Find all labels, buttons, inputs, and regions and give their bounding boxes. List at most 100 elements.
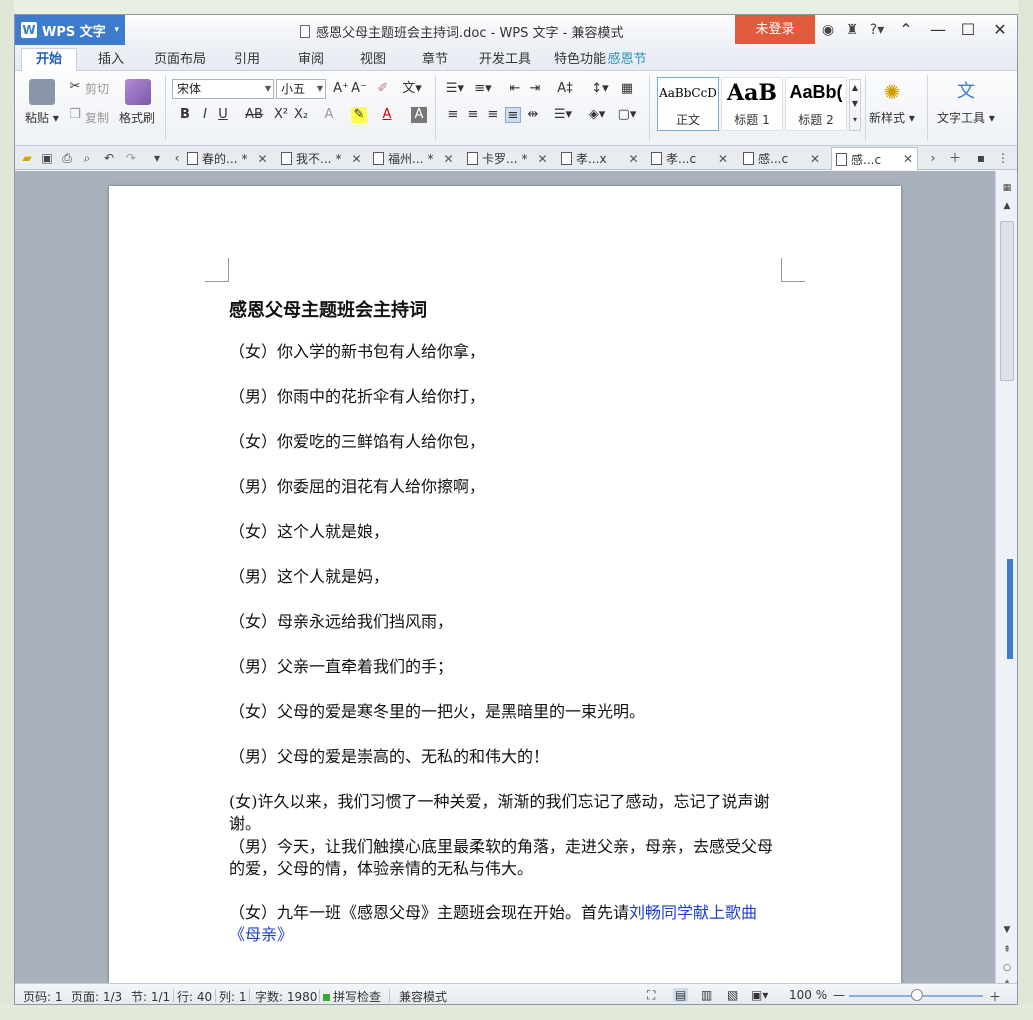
document-content[interactable]: 感恩父母主题班会主持词 （女）你入学的新书包有人给你拿， （男）你雨中的花折伞有… [229, 298, 784, 969]
strikethrough-icon[interactable]: AB [243, 107, 265, 123]
char-shading-icon[interactable]: A [411, 107, 427, 123]
thanksgiving-banner[interactable]: 感恩节 [605, 49, 649, 71]
copy-button[interactable]: 复制 [85, 109, 109, 126]
app-menu-button[interactable]: W WPS 文字 ▾ [15, 15, 125, 45]
shirt-icon[interactable]: ♜ [843, 21, 861, 39]
maximize-button[interactable]: ☐ [957, 19, 979, 41]
close-tab-icon[interactable]: ✕ [718, 152, 728, 166]
doc-tab[interactable]: 我不... * ✕ [281, 148, 362, 169]
format-painter-button[interactable]: 格式刷 [119, 109, 155, 126]
align-right-icon[interactable]: ≡ [485, 107, 501, 123]
style-normal[interactable]: AaBbCcD 正文 [657, 77, 719, 131]
doc-tab[interactable]: 春的... * ✕ [187, 148, 268, 169]
superscript-icon[interactable]: X² [273, 107, 289, 123]
skin-icon[interactable]: ◉ [819, 21, 837, 39]
tabs-scroll-left-icon[interactable]: ‹ [169, 150, 185, 166]
close-tab-icon[interactable]: ✕ [351, 152, 361, 166]
status-word-count[interactable]: 字数: 1980 [255, 988, 317, 1004]
highlight-icon[interactable]: ✎ [351, 107, 367, 123]
bullet-list-icon[interactable]: ☰▾ [443, 81, 467, 97]
zoom-in-icon[interactable]: ＋ [989, 988, 1001, 1004]
style-heading-2[interactable]: AaBb( 标题 2 [785, 77, 847, 131]
doc-tab[interactable]: 卡罗... * ✕ [467, 148, 548, 169]
spell-check-button[interactable]: 拼写检查 [323, 988, 381, 1004]
undo-icon[interactable]: ↶ [101, 150, 117, 166]
tabs-scroll-right-icon[interactable]: › [925, 150, 941, 166]
close-tab-icon[interactable]: ✕ [810, 152, 820, 166]
tab-home[interactable]: 开始 [21, 48, 77, 72]
text-tools-button[interactable]: 文字工具 ▾ [937, 109, 995, 126]
outline-view-icon[interactable]: ▥ [701, 988, 712, 1002]
format-painter-icon[interactable] [125, 79, 151, 105]
tab-references[interactable]: 引用 [227, 49, 267, 71]
tab-insert[interactable]: 插入 [91, 49, 131, 71]
paste-button[interactable]: 粘贴 ▾ [25, 109, 59, 126]
close-tab-icon[interactable]: ✕ [537, 152, 547, 166]
tab-page-layout[interactable]: 页面布局 [147, 49, 213, 71]
doc-tab[interactable]: 福州... * ✕ [373, 148, 454, 169]
doc-tab[interactable]: 孝...c ✕ [651, 148, 728, 169]
align-center-icon[interactable]: ≡ [465, 107, 481, 123]
close-tab-icon[interactable]: ✕ [443, 152, 453, 166]
web-view-icon[interactable]: ▧ [727, 988, 738, 1002]
style-heading-1[interactable]: AaB 标题 1 [721, 77, 783, 131]
text-tools-icon[interactable]: 文 [953, 79, 979, 105]
tab-list-icon[interactable]: ▪ [973, 150, 989, 166]
login-button[interactable]: 未登录 [735, 15, 815, 44]
text-effect-icon[interactable]: A [321, 107, 337, 123]
subscript-icon[interactable]: X₂ [293, 107, 309, 123]
tab-developer[interactable]: 开发工具 [473, 49, 537, 71]
document-page[interactable]: 感恩父母主题班会主持词 （女）你入学的新书包有人给你拿， （男）你雨中的花折伞有… [109, 186, 901, 983]
close-tab-icon[interactable]: ✕ [903, 152, 913, 166]
doc-tab-active[interactable]: 感...c ✕ [831, 147, 919, 170]
new-style-button[interactable]: 新样式 ▾ [869, 109, 915, 126]
font-name-select[interactable]: 宋体 ▼ [172, 79, 274, 99]
previous-page-icon[interactable]: ⇞ [999, 943, 1015, 957]
copy-icon[interactable]: ❐ [67, 107, 83, 123]
side-panel-toggle[interactable] [1007, 559, 1013, 659]
decrease-indent-icon[interactable]: ⇤ [507, 81, 523, 97]
scroll-down-icon[interactable]: ▼ [999, 923, 1015, 937]
quick-access-dropdown-icon[interactable]: ▾ [149, 150, 165, 166]
justify-icon[interactable]: ≡ [505, 107, 521, 123]
tab-review[interactable]: 审阅 [291, 49, 331, 71]
close-tab-icon[interactable]: ✕ [629, 152, 639, 166]
align-left-icon[interactable]: ≡ [445, 107, 461, 123]
numbered-list-icon[interactable]: ≡▾ [471, 81, 495, 97]
zoom-out-icon[interactable]: — [833, 988, 845, 1002]
save-icon[interactable]: ▣ [39, 150, 55, 166]
sort-icon[interactable]: ↕▾ [589, 81, 611, 97]
zoom-level[interactable]: 100 % [789, 988, 827, 1002]
split-view-icon[interactable]: ▦ [999, 181, 1015, 195]
line-spacing-icon[interactable]: ☰▾ [551, 107, 575, 123]
new-tab-icon[interactable]: ＋ [947, 150, 963, 166]
tab-special[interactable]: 特色功能 [553, 49, 607, 71]
more-icon[interactable]: ⋮ [995, 150, 1011, 166]
scissors-icon[interactable]: ✂ [67, 79, 83, 95]
increase-indent-icon[interactable]: ⇥ [527, 81, 543, 97]
help-icon[interactable]: ?▾ [865, 21, 889, 39]
paste-icon[interactable] [29, 79, 55, 105]
underline-icon[interactable]: U [215, 107, 231, 123]
open-folder-icon[interactable]: ▰ [19, 150, 35, 166]
shrink-font-icon[interactable]: A⁻ [351, 81, 367, 97]
print-icon[interactable]: ⎙ [59, 150, 75, 166]
tab-view[interactable]: 视图 [353, 49, 393, 71]
italic-icon[interactable]: I [197, 107, 213, 123]
document-viewport[interactable]: 感恩父母主题班会主持词 （女）你入学的新书包有人给你拿， （男）你雨中的花折伞有… [15, 171, 995, 983]
zoom-slider-thumb[interactable] [911, 989, 923, 1001]
close-tab-icon[interactable]: ✕ [257, 152, 267, 166]
grow-font-icon[interactable]: A⁺ [333, 81, 349, 97]
scrollbar-thumb[interactable] [1000, 221, 1014, 381]
cut-button[interactable]: 剪切 [85, 80, 109, 97]
distribute-icon[interactable]: ⇹ [525, 107, 541, 123]
text-direction-icon[interactable]: A‡ [553, 81, 577, 97]
fullscreen-view-icon[interactable]: ⛶ [647, 988, 655, 1003]
scroll-up-icon[interactable]: ▲ [999, 199, 1015, 213]
close-button[interactable]: ✕ [989, 19, 1011, 41]
print-preview-icon[interactable]: ⌕ [79, 150, 95, 166]
page-view-icon[interactable]: ▤ [673, 988, 689, 1002]
table-grid-icon[interactable]: ▦ [619, 81, 635, 97]
border-icon[interactable]: ▢▾ [615, 107, 639, 123]
shading-icon[interactable]: ◈▾ [585, 107, 609, 123]
